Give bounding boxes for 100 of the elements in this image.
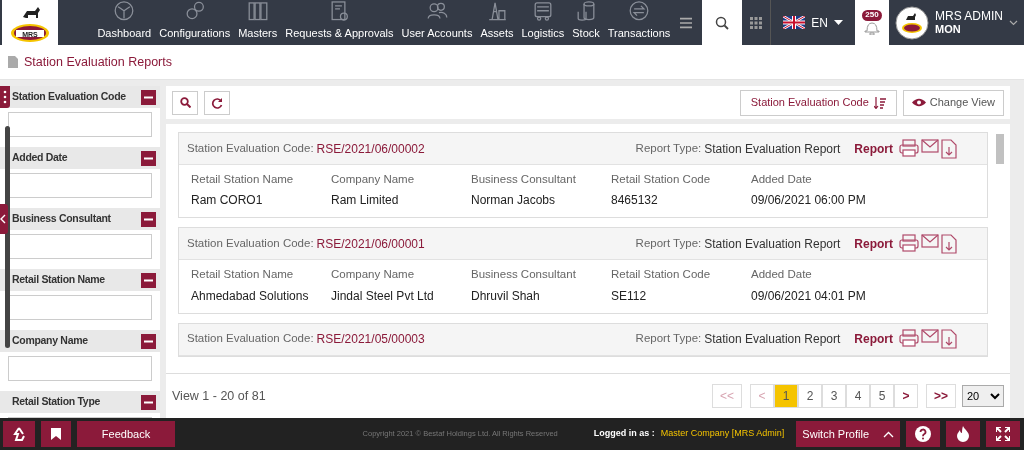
page-button[interactable]: 5 bbox=[870, 384, 894, 408]
page-button[interactable]: >> bbox=[926, 384, 956, 408]
fullscreen-button[interactable] bbox=[986, 421, 1020, 447]
nav-item[interactable]: Assets bbox=[476, 0, 518, 45]
help-button[interactable] bbox=[906, 421, 940, 447]
field-label: Added Date bbox=[751, 267, 813, 283]
file-download-icon[interactable] bbox=[941, 233, 957, 254]
page-size-select[interactable]: 20 bbox=[962, 385, 1004, 407]
field-value: 09/06/2021 06:00 PM bbox=[751, 192, 867, 210]
user-name: MRS ADMIN bbox=[935, 9, 1003, 24]
toggle-button[interactable] bbox=[141, 89, 156, 105]
report-type: Station Evaluation Report bbox=[704, 140, 841, 158]
user-menu[interactable]: MRS ADMIN MON bbox=[889, 0, 1024, 45]
flame-icon bbox=[957, 426, 969, 442]
filter-label: Business Consultant bbox=[12, 211, 111, 227]
notifications-button[interactable]: 250 bbox=[855, 0, 889, 45]
page-button[interactable]: 1 bbox=[774, 384, 798, 408]
filter-input[interactable] bbox=[8, 234, 152, 259]
field-label: Business Consultant bbox=[471, 267, 577, 283]
nav-item[interactable]: Masters bbox=[234, 0, 282, 45]
recycle-button[interactable] bbox=[3, 421, 35, 447]
toggle-button[interactable] bbox=[141, 272, 156, 288]
refresh-icon bbox=[211, 96, 223, 109]
report-link[interactable]: Report bbox=[854, 330, 893, 348]
filter-input[interactable] bbox=[8, 112, 152, 137]
field-value: Ahmedabad Solutions bbox=[191, 287, 310, 305]
toggle-button[interactable] bbox=[141, 394, 156, 410]
eye-icon bbox=[911, 98, 926, 107]
filter-label: Added Date bbox=[12, 150, 68, 166]
field-value: Jindal Steel Pvt Ltd bbox=[331, 287, 435, 305]
feedback-button[interactable]: Feedback bbox=[77, 421, 175, 447]
printer-icon[interactable] bbox=[899, 138, 919, 157]
report-type-label: Report Type: bbox=[635, 236, 702, 252]
record-code: RSE/2021/06/00001 bbox=[316, 235, 425, 253]
bookmark-button[interactable] bbox=[41, 421, 71, 447]
filter-label: Retail Station Name bbox=[12, 272, 105, 288]
switch-profile-button[interactable]: Switch Profile bbox=[796, 421, 900, 447]
change-view-button[interactable]: Change View bbox=[902, 89, 1004, 116]
field-label: Company Name bbox=[331, 172, 416, 187]
nav-item[interactable]: Requests & Approvals bbox=[281, 0, 398, 45]
toggle-button[interactable] bbox=[141, 211, 156, 227]
page-button[interactable]: 3 bbox=[822, 384, 846, 408]
bell-icon bbox=[864, 20, 880, 35]
scrollbar-thumb[interactable] bbox=[996, 134, 1004, 164]
report-type: Station Evaluation Report bbox=[704, 331, 841, 348]
field-label: Company Name bbox=[331, 267, 416, 283]
dots-icon bbox=[3, 90, 7, 104]
nav-item[interactable]: Logistics bbox=[517, 0, 569, 45]
field-value: Ram CORO1 bbox=[191, 192, 264, 210]
chevron-up-icon bbox=[883, 430, 894, 438]
refresh-button[interactable] bbox=[204, 90, 230, 115]
envelope-icon[interactable] bbox=[921, 329, 939, 343]
sort-button[interactable]: Station Evaluation Code bbox=[739, 89, 897, 116]
logged-in-label: Logged in as : bbox=[593, 427, 655, 441]
envelope-icon[interactable] bbox=[921, 233, 939, 248]
chevron-left-icon bbox=[0, 214, 6, 224]
code-label: Station Evaluation Code: bbox=[187, 331, 314, 347]
nav-item[interactable]: User Accounts bbox=[397, 0, 477, 45]
file-download-icon[interactable] bbox=[941, 138, 957, 159]
page-button[interactable]: > bbox=[894, 384, 918, 408]
logged-in-value: Master Company [MRS Admin] bbox=[660, 427, 785, 441]
grid-icon bbox=[750, 16, 763, 29]
field-label: Business Consultant bbox=[471, 172, 577, 187]
page-title: Station Evaluation Reports bbox=[24, 53, 172, 71]
drag-handle[interactable] bbox=[0, 86, 10, 108]
notification-count: 250 bbox=[862, 10, 882, 21]
search-button[interactable] bbox=[702, 0, 743, 45]
printer-icon[interactable] bbox=[899, 329, 919, 347]
filter-label: Retail Station Type bbox=[12, 394, 101, 410]
collapse-tab[interactable] bbox=[0, 204, 8, 234]
report-link[interactable]: Report bbox=[854, 234, 893, 253]
filter-input[interactable] bbox=[8, 356, 152, 381]
toggle-button[interactable] bbox=[141, 150, 156, 166]
filter-input[interactable] bbox=[8, 173, 152, 198]
flag-icon bbox=[783, 16, 806, 29]
field-label: Retail Station Name bbox=[191, 267, 295, 283]
fire-button[interactable] bbox=[946, 421, 980, 447]
printer-icon[interactable] bbox=[899, 233, 919, 252]
nav-item[interactable]: Transactions bbox=[603, 0, 675, 45]
search-button[interactable] bbox=[172, 90, 198, 115]
nav-item[interactable]: Dashboard bbox=[93, 0, 156, 45]
page-button[interactable]: 2 bbox=[798, 384, 822, 408]
nav-item[interactable]: Configurations bbox=[155, 0, 235, 45]
nav-item[interactable]: Stock bbox=[568, 0, 604, 45]
filter-label: Station Evaluation Code bbox=[12, 89, 126, 105]
envelope-icon[interactable] bbox=[921, 138, 939, 153]
scrollbar[interactable] bbox=[5, 126, 10, 348]
help-icon bbox=[915, 426, 931, 442]
file-download-icon[interactable] bbox=[941, 329, 957, 349]
coins-icon bbox=[575, 0, 597, 22]
report-type-label: Report Type: bbox=[635, 140, 702, 156]
filter-input[interactable] bbox=[8, 295, 152, 320]
report-link[interactable]: Report bbox=[854, 139, 893, 158]
toggle-button[interactable] bbox=[141, 333, 156, 349]
page-button[interactable]: 4 bbox=[846, 384, 870, 408]
record-code: RSE/2021/05/00003 bbox=[316, 331, 425, 348]
field-value: SE112 bbox=[611, 287, 648, 305]
avatar-icon bbox=[895, 5, 929, 40]
expand-icon bbox=[996, 427, 1010, 441]
caret-icon bbox=[834, 20, 843, 25]
